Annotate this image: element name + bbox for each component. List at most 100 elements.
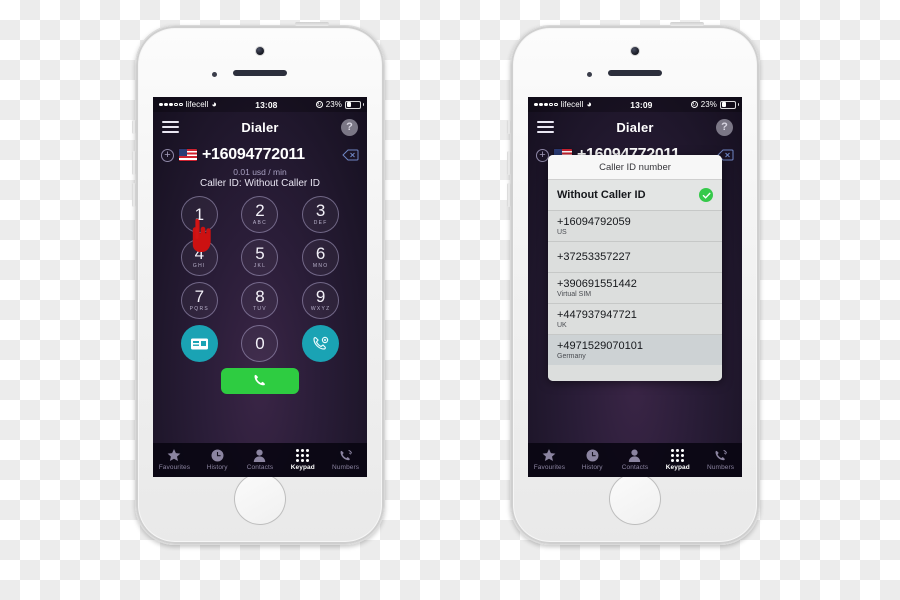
tab-label: Favourites [533, 464, 566, 471]
keypad-grid-icon [296, 449, 310, 462]
list-item[interactable]: +447937947721 UK [548, 304, 722, 335]
list-item-text: Without Caller ID [557, 189, 646, 201]
nav-bar: Dialer ? [528, 112, 742, 142]
person-icon [629, 449, 641, 462]
person-icon [254, 449, 266, 462]
front-camera-icon [631, 47, 639, 55]
list-item[interactable]: +390691551442 Virtual SIM [548, 273, 722, 304]
pointing-hand-cursor [187, 217, 213, 255]
hamburger-menu-icon[interactable] [162, 121, 179, 133]
dialed-number[interactable]: +16094772011 [202, 146, 337, 164]
list-item-text: +16094792059 US [557, 216, 631, 236]
power-button[interactable] [670, 22, 704, 26]
page-title: Dialer [616, 119, 654, 135]
tab-favourites[interactable]: Favourites [153, 449, 196, 471]
volume-up-button[interactable] [507, 151, 511, 175]
key-letters: MNO [312, 263, 329, 269]
key-digit: 9 [315, 287, 326, 306]
silent-switch[interactable] [507, 120, 511, 134]
tab-contacts[interactable]: Contacts [239, 449, 282, 471]
earpiece-speaker [608, 70, 662, 76]
volume-down-button[interactable] [132, 183, 136, 207]
caller-id-text: Caller ID: Without Caller ID [199, 178, 321, 189]
status-right: ↻ 23% [691, 100, 739, 109]
tab-numbers[interactable]: Numbers [324, 449, 367, 471]
power-button[interactable] [295, 22, 329, 26]
list-item-subtitle: Germany [557, 352, 586, 360]
battery-percent: 23% [325, 100, 342, 109]
page-title: Dialer [241, 119, 279, 135]
clock-icon [211, 449, 224, 462]
list-item-text: +447937947721 UK [557, 309, 637, 329]
call-settings-icon[interactable] [302, 325, 340, 362]
tab-history[interactable]: History [196, 449, 239, 471]
volume-down-button[interactable] [507, 183, 511, 207]
key-9[interactable]: 9 WXYZ [302, 282, 340, 319]
tab-label: Keypad [290, 464, 315, 471]
carrier-name: lifecell [185, 100, 209, 109]
key-digit: 3 [315, 201, 326, 220]
key-2[interactable]: 2 ABC [241, 196, 279, 233]
status-clock: 13:09 [630, 99, 653, 110]
list-item[interactable]: +37253357227 [548, 242, 722, 273]
home-button[interactable] [609, 473, 661, 525]
key-letters: JKL [253, 263, 267, 269]
list-item-subtitle: Virtual SIM [557, 290, 592, 298]
carrier-name: lifecell [560, 100, 584, 109]
tab-history[interactable]: History [571, 449, 614, 471]
silent-switch[interactable] [132, 120, 136, 134]
key-3[interactable]: 3 DEF [302, 196, 340, 233]
home-button[interactable] [234, 473, 286, 525]
battery-icon [720, 101, 739, 109]
key-8[interactable]: 8 TUV [241, 282, 279, 319]
rotation-lock-icon: ↻ [317, 101, 322, 108]
tab-bar: Favourites History Contacts Keypad Numbe… [528, 443, 742, 477]
earpiece-speaker [233, 70, 287, 76]
keypad: 1 2 ABC 3 DEF 4 GHI 5 JKL 6 MNO 7 PQRS 8 TUV 9W… [153, 196, 367, 362]
call-button[interactable] [221, 368, 299, 394]
tab-label: Numbers [707, 464, 735, 471]
list-item[interactable]: +4971529070101 Germany [548, 335, 722, 365]
battery-icon [345, 101, 364, 109]
status-left: lifecell ◕ [159, 100, 217, 109]
help-button[interactable]: ? [716, 118, 733, 136]
status-right: ↻ 23% [316, 100, 364, 109]
key-letters: TUV [253, 306, 267, 312]
us-flag-icon [179, 149, 197, 161]
list-item[interactable]: +16094792059 US [548, 211, 722, 242]
tab-keypad[interactable]: Keypad [656, 449, 699, 471]
volume-up-button[interactable] [132, 151, 136, 175]
iphone-right: lifecell ◕ 13:09 ↻ 23% Dialer ? + +16094… [507, 22, 760, 545]
tab-label: Numbers [332, 464, 360, 471]
tab-numbers[interactable]: Numbers [699, 449, 742, 471]
tab-contacts[interactable]: Contacts [614, 449, 657, 471]
hamburger-menu-icon[interactable] [537, 121, 554, 133]
signal-strength-icon [534, 102, 558, 107]
green-check-icon [699, 188, 713, 202]
key-6[interactable]: 6 MNO [302, 239, 340, 276]
list-item[interactable]: Without Caller ID [548, 180, 722, 211]
composite-canvas: lifecell ◕ 13:08 ↻ 23% Dialer ? + +16094… [0, 0, 900, 600]
status-bar: lifecell ◕ 13:08 ↻ 23% [153, 97, 367, 112]
key-letters: GHI [192, 263, 206, 269]
key-digit: 5 [255, 244, 265, 263]
keypad-grid-icon [671, 449, 685, 462]
help-button[interactable]: ? [341, 118, 358, 136]
key-letters: WXYZ [310, 306, 331, 312]
list-item-title: +4971529070101 [557, 340, 643, 353]
screen-right: lifecell ◕ 13:09 ↻ 23% Dialer ? + +16094… [528, 97, 742, 477]
backspace-icon[interactable] [342, 149, 359, 161]
caller-id-card-icon[interactable] [180, 325, 218, 362]
add-contact-icon[interactable]: + [161, 149, 174, 162]
key-7[interactable]: 7 PQRS [180, 282, 218, 319]
tab-favourites[interactable]: Favourites [528, 449, 571, 471]
list-item-text: +37253357227 [557, 251, 631, 263]
key-digit: 6 [315, 244, 326, 263]
status-clock: 13:08 [255, 99, 278, 110]
key-0[interactable]: 0 [241, 325, 279, 362]
key-5[interactable]: 5 JKL [241, 239, 279, 276]
key-digit: 2 [255, 201, 265, 220]
sheet-title: Caller ID number [548, 155, 722, 180]
tab-keypad[interactable]: Keypad [281, 449, 324, 471]
tab-label: Favourites [158, 464, 191, 471]
